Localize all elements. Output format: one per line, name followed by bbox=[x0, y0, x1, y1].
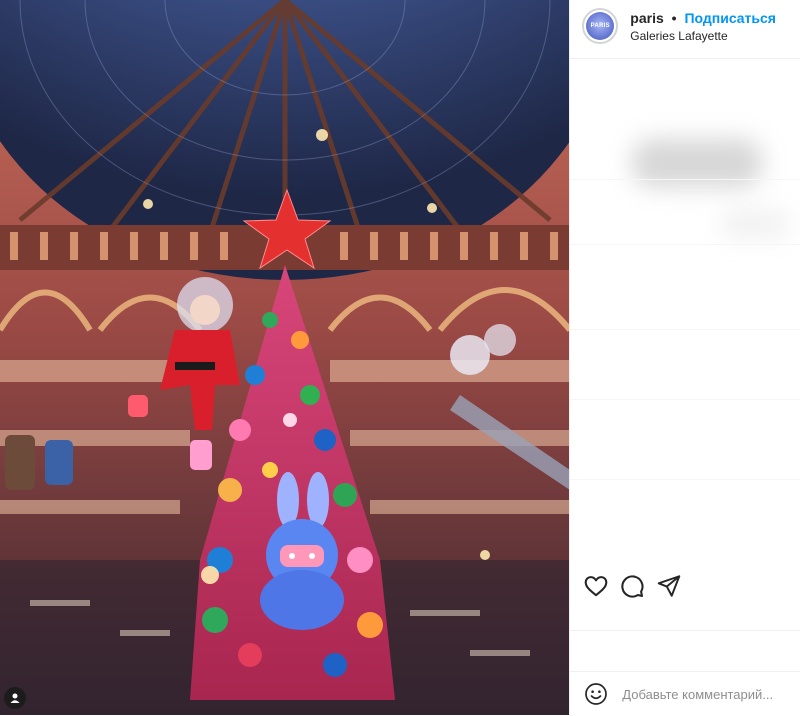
instagram-post: PARIS paris • Подписаться Galeries Lafay… bbox=[0, 0, 800, 715]
divider bbox=[570, 399, 800, 400]
comment-input[interactable] bbox=[622, 682, 793, 706]
paper-plane-icon[interactable] bbox=[656, 573, 682, 599]
divider bbox=[570, 179, 800, 180]
heart-icon[interactable] bbox=[583, 573, 609, 599]
post-actions bbox=[570, 565, 800, 605]
divider bbox=[570, 329, 800, 330]
comment-bubble-icon[interactable] bbox=[619, 573, 645, 599]
add-comment-bar bbox=[570, 671, 800, 716]
user-tag-icon bbox=[10, 693, 20, 703]
smiley-icon[interactable] bbox=[584, 682, 608, 706]
post-header: PARIS paris • Подписаться Galeries Lafay… bbox=[570, 0, 800, 59]
divider bbox=[570, 479, 800, 480]
avatar[interactable]: PARIS bbox=[582, 8, 619, 44]
post-photo[interactable] bbox=[0, 0, 570, 715]
post-sidebar: PARIS paris • Подписаться Galeries Lafay… bbox=[569, 0, 800, 715]
username-line: paris • Подписаться bbox=[630, 10, 776, 26]
comments-area[interactable] bbox=[570, 59, 800, 559]
separator-dot: • bbox=[671, 10, 677, 26]
tag-people-button[interactable] bbox=[4, 687, 26, 709]
blurred-caption-secondary bbox=[720, 209, 791, 239]
divider bbox=[570, 244, 800, 245]
christmas-tree-photo bbox=[0, 0, 570, 715]
username-link[interactable]: paris bbox=[630, 10, 663, 26]
follow-button[interactable]: Подписаться bbox=[684, 10, 776, 26]
avatar-logo: PARIS bbox=[586, 12, 615, 40]
divider bbox=[570, 630, 800, 631]
location-link[interactable]: Galeries Lafayette bbox=[630, 29, 727, 43]
